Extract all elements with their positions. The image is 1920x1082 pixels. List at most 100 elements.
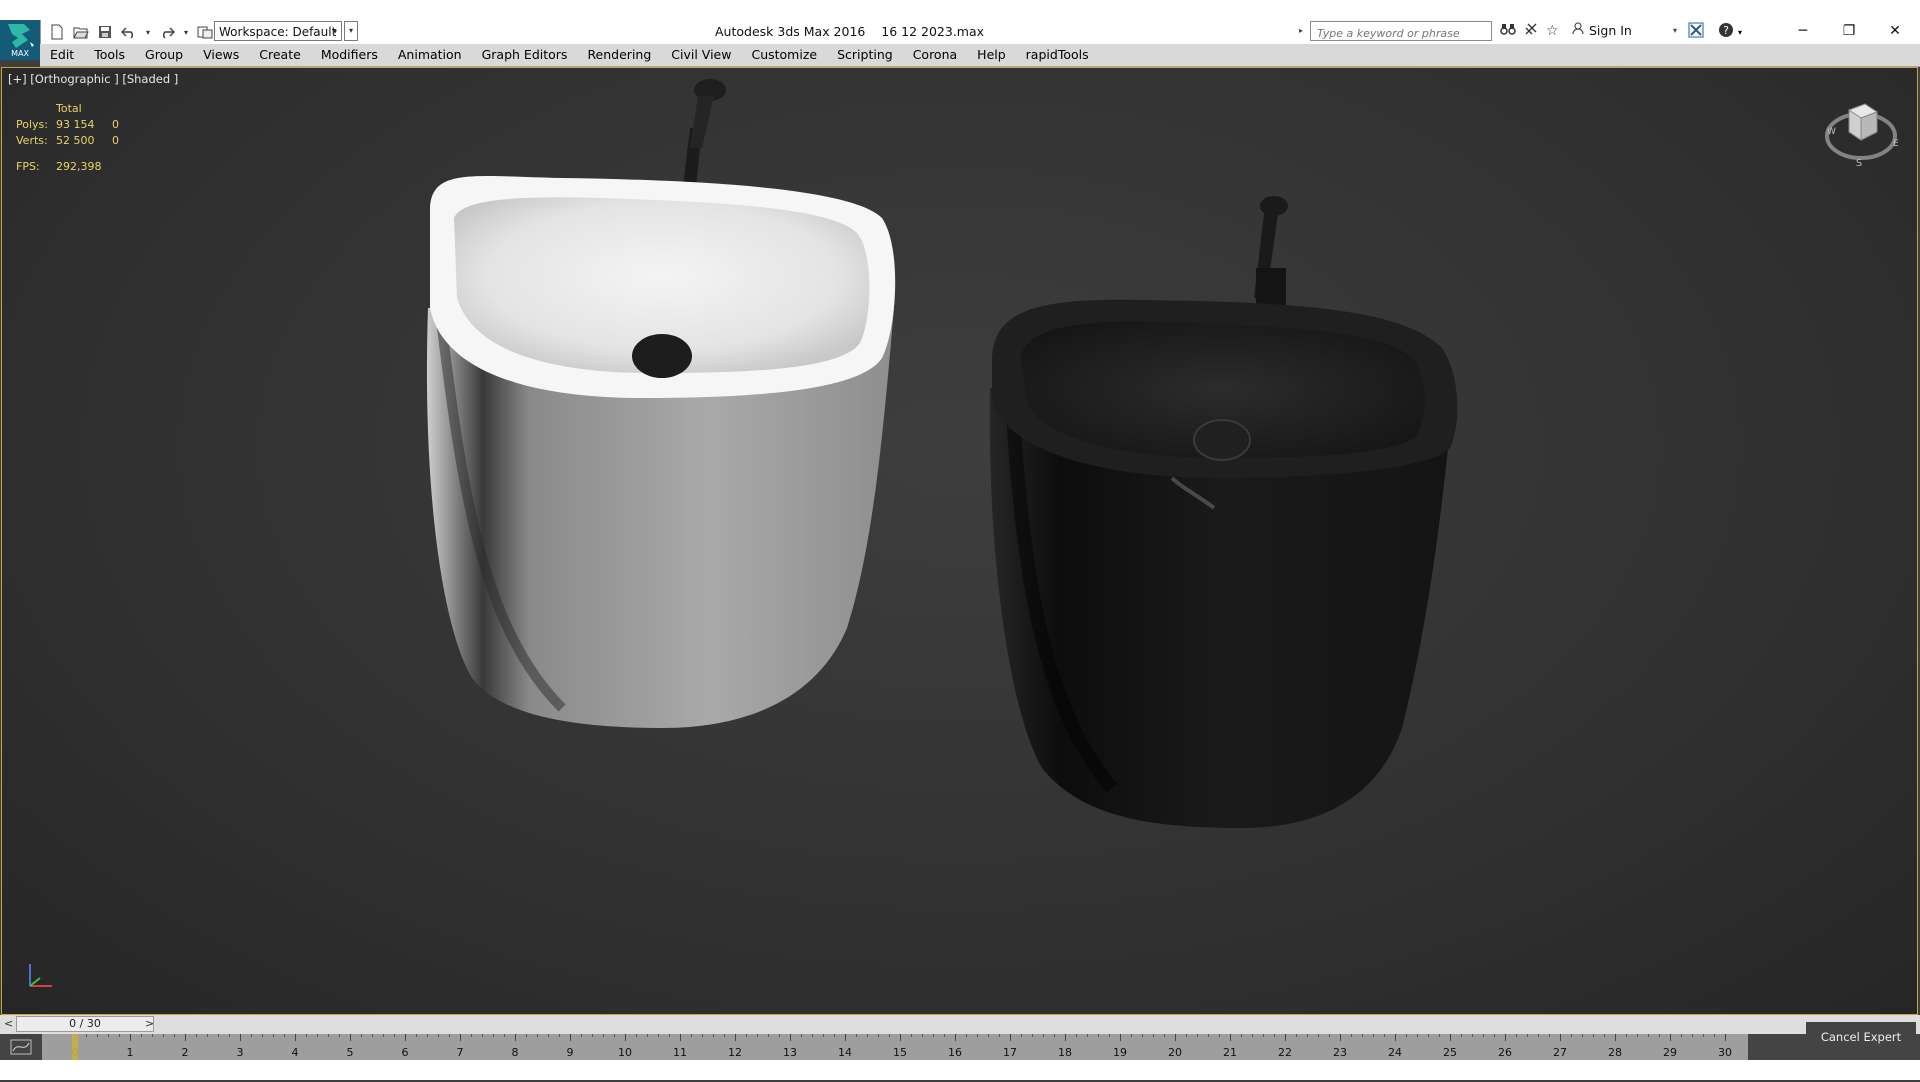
frame-tick xyxy=(350,1034,351,1041)
frame-tick xyxy=(240,1034,241,1041)
workspace-select[interactable]: Workspace: Default ▾ xyxy=(214,21,342,41)
undo-dropdown-icon[interactable]: ▾ xyxy=(144,23,152,41)
help-tools: ? ▾ xyxy=(1688,22,1742,42)
viewport-label-menu[interactable]: [+] [Orthographic ] [Shaded ] xyxy=(8,72,178,86)
minor-tick xyxy=(1241,1034,1242,1037)
search-input[interactable] xyxy=(1315,24,1489,43)
minor-tick xyxy=(1208,1034,1209,1037)
minor-tick xyxy=(922,1034,923,1037)
frame-tick xyxy=(460,1034,461,1041)
exchange-apps-icon[interactable] xyxy=(1688,22,1704,42)
minor-tick xyxy=(1076,1034,1077,1037)
minor-tick xyxy=(537,1034,538,1037)
frame-tick xyxy=(1395,1034,1396,1041)
minimize-button[interactable]: ─ xyxy=(1780,18,1826,44)
time-slider-prev-button[interactable]: < xyxy=(4,1017,13,1030)
toolbar-customize-icon[interactable]: ▾ xyxy=(344,21,358,41)
menu-create[interactable]: Create xyxy=(249,44,311,66)
menu-tools[interactable]: Tools xyxy=(84,44,135,66)
help-icon[interactable]: ? xyxy=(1718,22,1734,42)
minor-tick xyxy=(339,1034,340,1037)
menu-edit[interactable]: Edit xyxy=(40,44,84,66)
minor-tick xyxy=(207,1034,208,1037)
logo-text: MAX xyxy=(11,49,29,58)
help-dropdown-icon[interactable]: ▾ xyxy=(1738,28,1742,37)
menu-animation[interactable]: Animation xyxy=(388,44,472,66)
minor-tick xyxy=(1494,1034,1495,1037)
time-slider-next-button[interactable]: > xyxy=(145,1017,154,1030)
minor-tick xyxy=(1626,1034,1627,1037)
viewcube[interactable]: S W E xyxy=(1821,90,1901,170)
app-logo-button[interactable]: MAX xyxy=(0,20,41,60)
perspective-viewport[interactable]: [+] [Orthographic ] [Shaded ] Total Poly… xyxy=(1,67,1918,1015)
minor-tick xyxy=(1263,1034,1264,1037)
menu-customize[interactable]: Customize xyxy=(741,44,827,66)
frame-label: 21 xyxy=(1223,1046,1237,1059)
frame-tick xyxy=(955,1034,956,1041)
frame-label: 19 xyxy=(1113,1046,1127,1059)
minor-tick xyxy=(1054,1034,1055,1037)
minor-tick xyxy=(449,1034,450,1037)
open-file-icon[interactable] xyxy=(72,23,90,41)
restore-button[interactable]: ❐ xyxy=(1826,18,1872,44)
menu-civil-view[interactable]: Civil View xyxy=(661,44,741,66)
redo-icon[interactable] xyxy=(158,23,176,41)
menu-group[interactable]: Group xyxy=(135,44,193,66)
search-box[interactable] xyxy=(1310,21,1492,43)
redo-dropdown-icon[interactable]: ▾ xyxy=(182,23,190,41)
new-file-icon[interactable] xyxy=(48,23,66,41)
save-icon[interactable] xyxy=(96,23,114,41)
frame-label: 1 xyxy=(126,1046,134,1059)
sign-in-button[interactable]: Sign In xyxy=(1572,22,1632,38)
minor-tick xyxy=(438,1034,439,1037)
menu-graph-editors[interactable]: Graph Editors xyxy=(472,44,578,66)
frame-label: 5 xyxy=(346,1046,354,1059)
frame-label: 28 xyxy=(1608,1046,1622,1059)
menu-views[interactable]: Views xyxy=(193,44,249,66)
minor-tick xyxy=(1032,1034,1033,1037)
track-scale: 0123456789101112131415161718192021222324… xyxy=(42,1034,1748,1060)
minor-tick xyxy=(856,1034,857,1037)
viewcube-east-label: E xyxy=(1893,139,1899,149)
subscription-icon[interactable] xyxy=(1524,22,1538,40)
frame-label: 14 xyxy=(838,1046,852,1059)
minor-tick xyxy=(1516,1034,1517,1037)
menu-help[interactable]: Help xyxy=(967,44,1016,66)
time-slider-thumb[interactable]: 0 / 30 xyxy=(16,1016,154,1032)
minor-tick xyxy=(317,1034,318,1037)
project-folder-icon[interactable] xyxy=(196,23,214,41)
close-button[interactable]: ✕ xyxy=(1872,18,1918,44)
undo-icon[interactable] xyxy=(120,23,138,41)
frame-tick xyxy=(570,1034,571,1041)
frame-label: 29 xyxy=(1663,1046,1677,1059)
menu-scripting[interactable]: Scripting xyxy=(827,44,903,66)
verts-selected: 0 xyxy=(112,134,119,147)
minor-tick xyxy=(911,1034,912,1037)
sign-in-dropdown-icon[interactable]: ▾ xyxy=(1673,26,1677,35)
menu-modifiers[interactable]: Modifiers xyxy=(311,44,388,66)
curve-editor-icon[interactable] xyxy=(10,1039,32,1055)
svg-text:?: ? xyxy=(1723,24,1729,37)
minor-tick xyxy=(834,1034,835,1037)
menu-rapidtools[interactable]: rapidTools xyxy=(1016,44,1099,66)
minor-tick xyxy=(141,1034,142,1037)
track-bar[interactable]: 0123456789101112131415161718192021222324… xyxy=(42,1034,1748,1060)
frame-label: 17 xyxy=(1003,1046,1017,1059)
menu-corona[interactable]: Corona xyxy=(903,44,967,66)
star-icon[interactable]: ☆ xyxy=(1546,23,1559,39)
minor-tick xyxy=(1648,1034,1649,1037)
current-frame-marker[interactable] xyxy=(72,1034,78,1060)
minor-tick xyxy=(1087,1034,1088,1037)
window-title: Autodesk 3ds Max 2016 16 12 2023.max xyxy=(715,24,985,39)
minor-tick xyxy=(97,1034,98,1037)
minor-tick xyxy=(1109,1034,1110,1037)
cancel-expert-mode-button[interactable]: Cancel Expert Mode xyxy=(1806,1022,1916,1074)
menu-rendering[interactable]: Rendering xyxy=(577,44,661,66)
minor-tick xyxy=(86,1034,87,1037)
binoculars-icon[interactable] xyxy=(1500,22,1516,40)
minor-tick xyxy=(1604,1034,1605,1037)
minor-tick xyxy=(251,1034,252,1037)
minor-tick xyxy=(1373,1034,1374,1037)
search-expand-icon[interactable]: ▸ xyxy=(1299,26,1303,35)
frame-tick xyxy=(1065,1034,1066,1041)
